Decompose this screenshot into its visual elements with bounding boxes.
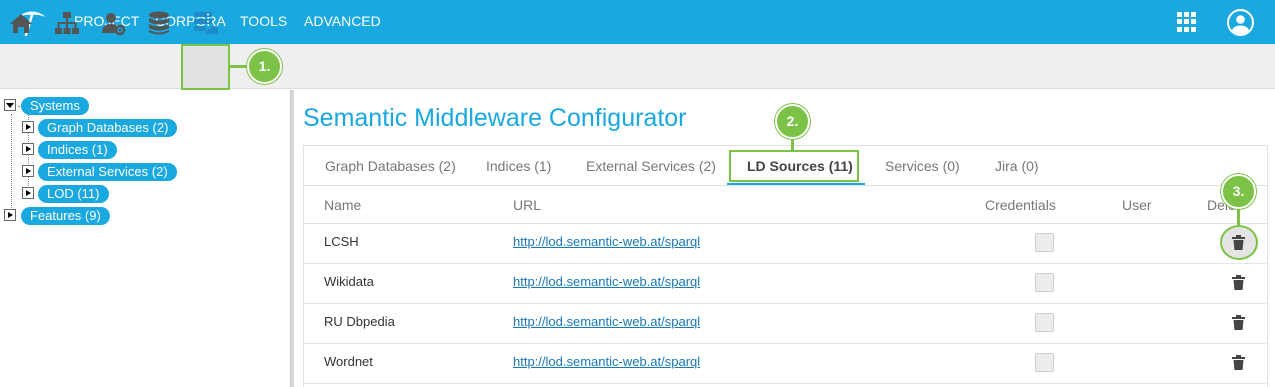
database-icon[interactable] — [145, 9, 173, 37]
row-url-link[interactable]: http://lod.semantic-web.at/sparql — [513, 234, 700, 249]
tree-connector — [11, 114, 12, 216]
page-title: Semantic Middleware Configurator — [303, 104, 687, 132]
expand-icon[interactable] — [22, 121, 34, 133]
row-divider — [304, 383, 1267, 384]
row-divider — [304, 303, 1267, 304]
row-url-link[interactable]: http://lod.semantic-web.at/sparql — [513, 354, 700, 369]
column-header-url[interactable]: URL — [513, 197, 541, 213]
callout-2: 2. — [775, 104, 810, 139]
row-url-link[interactable]: http://lod.semantic-web.at/sparql — [513, 274, 700, 289]
credentials-checkbox[interactable] — [1035, 313, 1054, 332]
trash-icon[interactable] — [1232, 355, 1245, 370]
row-name: Wikidata — [324, 274, 374, 289]
tree-label-features[interactable]: Features (9) — [21, 207, 110, 225]
trash-icon[interactable] — [1232, 275, 1245, 290]
row-name: RU Dbpedia — [324, 314, 395, 329]
user-settings-icon[interactable] — [99, 9, 127, 37]
nav-tools[interactable]: TOOLS — [240, 0, 287, 44]
tree-label-indices[interactable]: Indices (1) — [38, 141, 117, 159]
home-icon[interactable] — [7, 9, 35, 37]
panel-splitter[interactable] — [290, 90, 294, 387]
tab-graph-databases[interactable]: Graph Databases (2) — [325, 158, 456, 174]
callout-1-connector — [230, 65, 248, 68]
credentials-checkbox[interactable] — [1035, 353, 1054, 372]
credentials-checkbox[interactable] — [1035, 233, 1054, 252]
tab-divider — [304, 185, 1267, 186]
credentials-checkbox[interactable] — [1035, 273, 1054, 292]
nav-advanced[interactable]: ADVANCED — [304, 0, 381, 44]
column-header-user[interactable]: User — [1122, 197, 1152, 213]
tab-jira[interactable]: Jira (0) — [995, 158, 1039, 174]
tree-label-lod[interactable]: LOD (11) — [38, 185, 109, 203]
expand-icon[interactable] — [22, 165, 34, 177]
toolbar-active-highlight — [181, 44, 230, 90]
user-account-icon[interactable] — [1227, 9, 1254, 36]
tab-indices[interactable]: Indices (1) — [486, 158, 551, 174]
apps-grid-icon[interactable] — [1177, 12, 1197, 32]
row-divider — [304, 263, 1267, 264]
row-name: Wordnet — [324, 354, 373, 369]
tree-label-systems[interactable]: Systems — [21, 97, 89, 115]
row-name: LCSH — [324, 234, 359, 249]
trash-icon[interactable] — [1232, 315, 1245, 330]
column-header-credentials[interactable]: Credentials — [985, 197, 1056, 213]
callout-3-connector — [1237, 207, 1240, 227]
expand-icon[interactable] — [22, 143, 34, 155]
tab-ld-sources[interactable]: LD Sources (11) — [747, 158, 853, 174]
server-cloud-icon[interactable] — [191, 9, 219, 37]
column-header-name[interactable]: Name — [324, 197, 361, 213]
collapse-icon[interactable] — [4, 99, 16, 111]
tree-label-graph-databases[interactable]: Graph Databases (2) — [38, 119, 178, 137]
callout-3: 3. — [1221, 174, 1256, 209]
trash-icon[interactable] — [1232, 235, 1245, 250]
callout-1: 1. — [247, 49, 282, 84]
header-divider — [304, 223, 1267, 224]
row-url-link[interactable]: http://lod.semantic-web.at/sparql — [513, 314, 700, 329]
tab-external-services[interactable]: External Services (2) — [586, 158, 716, 174]
row-divider — [304, 343, 1267, 344]
expand-icon[interactable] — [22, 187, 34, 199]
expand-icon[interactable] — [4, 209, 16, 221]
tab-services[interactable]: Services (0) — [885, 158, 960, 174]
tree-label-external-services[interactable]: External Services (2) — [38, 163, 177, 181]
sitemap-icon[interactable] — [53, 9, 81, 37]
